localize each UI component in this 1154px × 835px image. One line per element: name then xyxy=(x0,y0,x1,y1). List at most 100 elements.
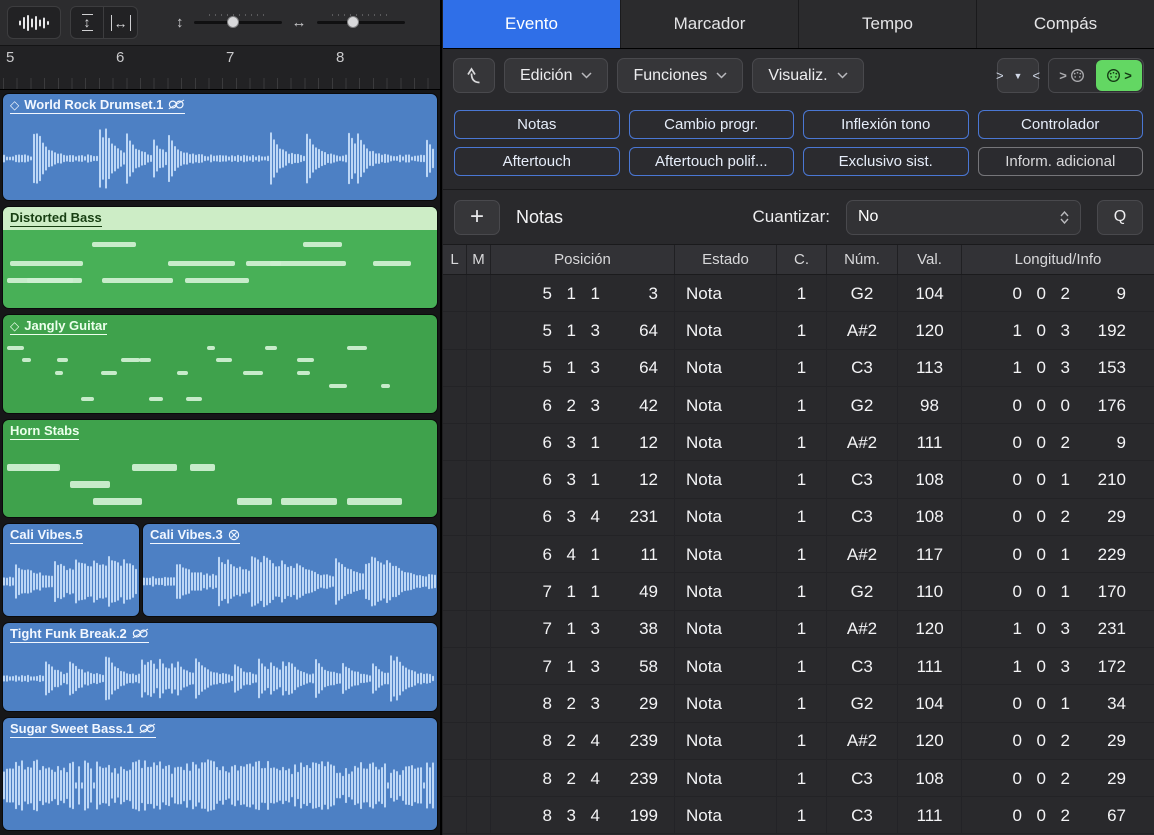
tab-evento[interactable]: Evento xyxy=(443,0,621,48)
region-tight-funk-break-2[interactable]: Tight Funk Break.2 xyxy=(2,622,438,712)
cell-canal: 1 xyxy=(777,797,827,834)
filter-inward-icon: < xyxy=(1032,68,1040,83)
cell-val: 111 xyxy=(898,797,962,834)
cell-length: 00229 xyxy=(962,723,1154,760)
tracks-toolbar: ↕ ↔ ↕ ↔ xyxy=(0,0,440,46)
go-to-position-button[interactable] xyxy=(453,58,495,93)
filter-exclusivo-sist[interactable]: Exclusivo sist. xyxy=(803,147,969,176)
filter-inform-adicional[interactable]: Inform. adicional xyxy=(978,147,1144,176)
event-row[interactable]: 824239Nota1A#212000229 xyxy=(443,723,1154,760)
vertical-zoom-icon: ↕ xyxy=(176,14,184,31)
region-cali-vibes-5[interactable]: Cali Vibes.5 xyxy=(2,523,140,617)
edit-menu-button[interactable]: Edición xyxy=(504,58,608,93)
filter-aftertouch[interactable]: Aftertouch xyxy=(454,147,620,176)
cell-canal: 1 xyxy=(777,387,827,424)
bar-ruler[interactable]: 5678 xyxy=(0,46,440,90)
tab-tempo[interactable]: Tempo xyxy=(799,0,977,48)
event-list-header-row: + Notas Cuantizar: No Q xyxy=(443,190,1154,245)
cell-estado: Nota xyxy=(675,536,777,573)
column-header-l[interactable]: L xyxy=(443,245,467,274)
cell-m xyxy=(467,312,491,349)
cell-estado: Nota xyxy=(675,685,777,722)
loop-badge-icon xyxy=(132,628,149,639)
cell-val: 113 xyxy=(898,350,962,387)
region-header: Tight Funk Break.2 xyxy=(3,623,437,646)
region-world-rock-drumset-1[interactable]: ◇World Rock Drumset.1 xyxy=(2,93,438,201)
region-sugar-sweet-bass-1[interactable]: Sugar Sweet Bass.1 xyxy=(2,717,438,831)
midi-in-button[interactable]: > xyxy=(1049,59,1095,92)
filter-inflexi-n-tono[interactable]: Inflexión tono xyxy=(803,110,969,139)
cell-l xyxy=(443,424,467,461)
track-lanes: ◇World Rock Drumset.1 Distorted Bass ◇Jang… xyxy=(0,90,440,835)
track-lane: Cali Vibes.5Cali Vibes.3 xyxy=(2,523,438,617)
midi-out-button[interactable]: > xyxy=(1096,60,1142,91)
column-header-val[interactable]: Val. xyxy=(898,245,962,274)
filter-controlador[interactable]: Controlador xyxy=(978,110,1144,139)
event-row[interactable]: 51364Nota1A#2120103192 xyxy=(443,312,1154,349)
event-row[interactable]: 71149Nota1G2110001170 xyxy=(443,573,1154,610)
filter-notas[interactable]: Notas xyxy=(454,110,620,139)
add-event-button[interactable]: + xyxy=(454,200,500,235)
event-row[interactable]: 82329Nota1G210400134 xyxy=(443,685,1154,722)
region-distorted-bass[interactable]: Distorted Bass xyxy=(2,206,438,309)
region-name: Distorted Bass xyxy=(10,210,102,225)
event-filter-button[interactable]: >▼< xyxy=(997,58,1039,93)
cell-l xyxy=(443,312,467,349)
region-horn-stabs[interactable]: Horn Stabs xyxy=(2,419,438,518)
cell-num: A#2 xyxy=(827,723,898,760)
cell-estado: Nota xyxy=(675,275,777,312)
cell-num: C3 xyxy=(827,797,898,834)
column-header-m[interactable]: M xyxy=(467,245,491,274)
cell-val: 111 xyxy=(898,424,962,461)
tab-comp-s[interactable]: Compás xyxy=(977,0,1154,48)
vertical-zoom-slider[interactable] xyxy=(194,21,282,24)
slider-thumb[interactable] xyxy=(347,16,359,28)
cell-position: 63112 xyxy=(491,424,675,461)
filter-cambio-progr[interactable]: Cambio progr. xyxy=(629,110,795,139)
horizontal-zoom-slider[interactable] xyxy=(317,21,405,24)
track-lane: Sugar Sweet Bass.1 xyxy=(2,717,438,831)
region-header: Cali Vibes.3 xyxy=(143,524,437,547)
event-row[interactable]: 51364Nota1C3113103153 xyxy=(443,350,1154,387)
waveform-zoom-button[interactable] xyxy=(7,6,61,39)
event-row[interactable]: 71358Nota1C3111103172 xyxy=(443,648,1154,685)
cell-num: A#2 xyxy=(827,536,898,573)
event-row[interactable]: 62342Nota1G298000176 xyxy=(443,387,1154,424)
quantize-apply-button[interactable]: Q xyxy=(1097,200,1143,235)
horizontal-auto-zoom-button[interactable]: ↔ xyxy=(104,6,138,39)
region-cali-vibes-3[interactable]: Cali Vibes.3 xyxy=(142,523,438,617)
cell-position: 634231 xyxy=(491,499,675,536)
event-row[interactable]: 71338Nota1A#2120103231 xyxy=(443,611,1154,648)
column-header-n-m[interactable]: Núm. xyxy=(827,245,898,274)
event-table-header: LMPosiciónEstadoC.Núm.Val.Longitud/Info xyxy=(443,245,1154,275)
functions-menu-button[interactable]: Funciones xyxy=(617,58,743,93)
event-row[interactable]: 64111Nota1A#2117001229 xyxy=(443,536,1154,573)
region-jangly-guitar[interactable]: ◇Jangly Guitar xyxy=(2,314,438,414)
region-name: Sugar Sweet Bass.1 xyxy=(10,721,134,736)
tab-marcador[interactable]: Marcador xyxy=(621,0,799,48)
column-header-estado[interactable]: Estado xyxy=(675,245,777,274)
event-row[interactable]: 5113Nota1G21040029 xyxy=(443,275,1154,312)
column-header-longitud-info[interactable]: Longitud/Info xyxy=(962,245,1154,274)
vertical-auto-zoom-button[interactable]: ↕ xyxy=(70,6,104,39)
region-name: World Rock Drumset.1 xyxy=(24,97,163,112)
event-row[interactable]: 824239Nota1C310800229 xyxy=(443,760,1154,797)
column-header-c[interactable]: C. xyxy=(777,245,827,274)
cell-num: G2 xyxy=(827,275,898,312)
event-row[interactable]: 634231Nota1C310800229 xyxy=(443,499,1154,536)
midi-connector-icon xyxy=(1070,68,1085,83)
filter-aftertouch-polif[interactable]: Aftertouch polif... xyxy=(629,147,795,176)
audio-waveform-thumbnail xyxy=(143,547,437,616)
event-row[interactable]: 834199Nota1C311100267 xyxy=(443,797,1154,834)
column-header-posici-n[interactable]: Posición xyxy=(491,245,675,274)
slider-thumb[interactable] xyxy=(227,16,239,28)
cell-position: 71358 xyxy=(491,648,675,685)
view-menu-button[interactable]: Visualiz. xyxy=(752,58,863,93)
cell-length: 001170 xyxy=(962,573,1154,610)
cell-canal: 1 xyxy=(777,573,827,610)
chevron-down-icon xyxy=(716,72,727,79)
event-row[interactable]: 63112Nota1A#21110029 xyxy=(443,424,1154,461)
cell-position: 824239 xyxy=(491,723,675,760)
event-row[interactable]: 63112Nota1C3108001210 xyxy=(443,461,1154,498)
quantize-dropdown[interactable]: No xyxy=(846,200,1081,235)
